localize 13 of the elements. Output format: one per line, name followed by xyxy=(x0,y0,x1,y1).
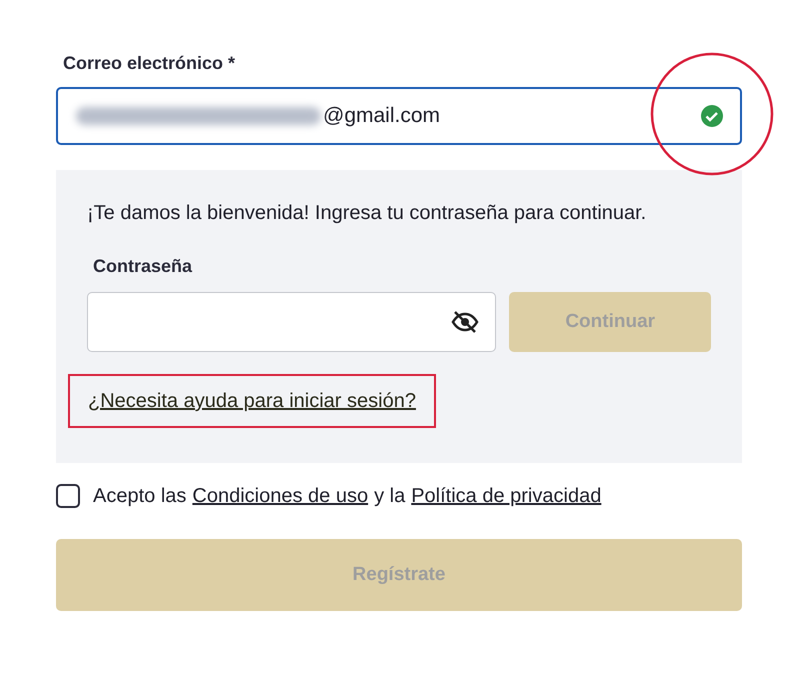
terms-link[interactable]: Política de privacidad xyxy=(411,481,602,511)
field-label: Correo electrónico * xyxy=(62,52,236,75)
terms-text: Acepto las xyxy=(93,484,186,509)
terms-link[interactable]: Condiciones de uso xyxy=(192,481,368,511)
field-label: Contraseña xyxy=(92,255,194,278)
eye-slash-icon[interactable] xyxy=(451,311,480,333)
checkbox[interactable] xyxy=(56,484,80,508)
email-field[interactable]: @gmail.com xyxy=(56,87,742,145)
help-link[interactable]: ¿Necesita ayuda para iniciar sesión? xyxy=(68,374,436,428)
welcome-message: ¡Te damos la bienvenida! Ingresa tu contraseña para continuar. xyxy=(87,201,647,226)
field-value: @gmail.com xyxy=(323,103,440,130)
password-field[interactable] xyxy=(87,292,496,352)
terms-text: y la xyxy=(374,484,406,509)
